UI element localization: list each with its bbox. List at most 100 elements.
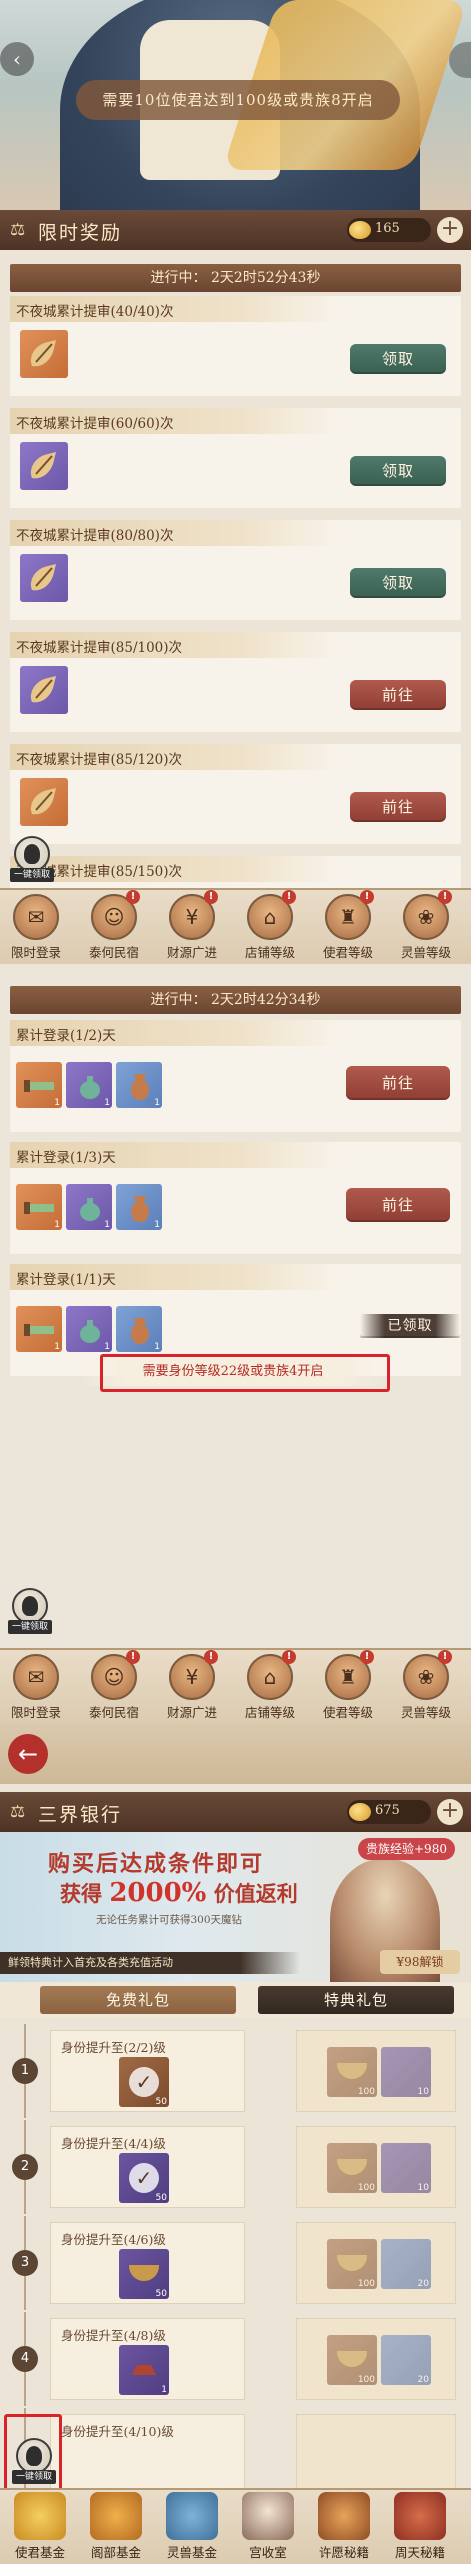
reward-item[interactable]: 1: [16, 1306, 62, 1352]
reward-item[interactable]: [20, 666, 68, 714]
tab-wish-book[interactable]: 许愿秘籍: [314, 2490, 374, 2560]
paid-reward: 100 10: [296, 2126, 456, 2208]
add-coin-button[interactable]: +: [437, 217, 463, 243]
level-row: 2 身份提升至(4/4)级 ✓ 50 100 10: [0, 2120, 471, 2214]
back-arrow-icon[interactable]: ‹: [0, 42, 34, 76]
reward-item[interactable]: [20, 778, 68, 826]
page-title: 三界银行: [38, 1804, 123, 1826]
side-tab-button[interactable]: [449, 42, 471, 78]
level-number: 3: [12, 2250, 38, 2276]
reward-item[interactable]: ✓ 50: [119, 2057, 169, 2107]
reward-item[interactable]: 1: [66, 1184, 112, 1230]
reward-item[interactable]: 100: [327, 2143, 377, 2193]
tab-shop-level[interactable]: ⌂ ! 店铺等级: [242, 1650, 298, 1720]
reward-item[interactable]: 1: [119, 2345, 169, 2395]
scroll-bundle-icon: [318, 2492, 370, 2540]
reward-item[interactable]: 1: [116, 1184, 162, 1230]
tab-palace-room[interactable]: 宫收室: [238, 2490, 298, 2560]
promo-line2: 获得 2000% 价值返利: [60, 1878, 298, 1908]
reward-item[interactable]: 1: [16, 1184, 62, 1230]
reward-item[interactable]: 50: [119, 2249, 169, 2299]
teapot-icon: [80, 1076, 100, 1099]
alert-badge: !: [126, 1650, 140, 1664]
tab-free-gift[interactable]: 免费礼包: [40, 1986, 236, 2014]
reward-item[interactable]: 1: [116, 1062, 162, 1108]
tab-wealth[interactable]: ¥ ! 财源广进: [164, 890, 220, 960]
task-row: 不夜城累计提审(60/60)次 领取: [10, 408, 461, 508]
tab-cabinet-fund[interactable]: 阁部基金: [86, 2490, 146, 2560]
book-icon: [394, 2492, 446, 2540]
tab-envoy-level[interactable]: ♜ ! 使君等级: [320, 890, 376, 960]
tab-beast-fund[interactable]: 灵兽基金: [162, 2490, 222, 2560]
free-reward: 身份提升至(4/4)级 ✓ 50: [50, 2126, 245, 2208]
task-label: 不夜城累计提审(40/40)次: [16, 304, 174, 320]
go-button[interactable]: 前往: [346, 1066, 450, 1100]
scale-icon: ⚖: [10, 1802, 26, 1822]
coin-counter: 165: [347, 218, 431, 242]
reward-item[interactable]: 10: [381, 2047, 431, 2097]
gold-ingot-icon: [14, 2492, 66, 2540]
reward-item[interactable]: 10: [381, 2143, 431, 2193]
tab-login[interactable]: ✉ 限时登录: [8, 890, 64, 960]
reward-item[interactable]: 100: [327, 2047, 377, 2097]
tab-wealth[interactable]: ¥ ! 财源广进: [164, 1650, 220, 1720]
task-label: 累计登录(1/3)天: [16, 1150, 116, 1166]
tab-inn[interactable]: ☺ ! 泰何民宿: [86, 1650, 142, 1720]
tab-envoy-fund[interactable]: 使君基金: [10, 2490, 70, 2560]
reward-item[interactable]: 1: [116, 1306, 162, 1352]
login-timer-bar: 进行中： 2天2时42分34秒: [10, 986, 461, 1014]
go-button[interactable]: 前往: [346, 1188, 450, 1222]
reward-item[interactable]: ✓ 50: [119, 2153, 169, 2203]
reward-item[interactable]: 1: [66, 1306, 112, 1352]
scroll-icon: ✉: [13, 1654, 59, 1700]
level-label: 身份提升至(4/4)级: [61, 2136, 166, 2151]
go-button[interactable]: 前往: [350, 792, 446, 822]
tab-paid-gift[interactable]: 特典礼包: [258, 1986, 454, 2014]
free-reward: 身份提升至(4/6)级 50: [50, 2222, 245, 2304]
one-key-claim-button[interactable]: 一键领取: [8, 1588, 52, 1634]
paid-reward: [296, 2414, 456, 2488]
activity-tabbar: ✉ 限时登录 ☺ ! 泰何民宿 ¥ ! 财源广进 ⌂ ! 店铺等级 ♜ ! 使君…: [0, 888, 471, 964]
tab-inn[interactable]: ☺ ! 泰何民宿: [86, 890, 142, 960]
reward-item[interactable]: [20, 442, 68, 490]
limited-header: ⚖ 限时奖励 165 +: [0, 210, 471, 250]
reward-item[interactable]: [20, 554, 68, 602]
go-button[interactable]: 前往: [350, 680, 446, 710]
bank-tabbar: 使君基金 阁部基金 灵兽基金 宫收室 许愿秘籍 周天秘籍: [0, 2488, 471, 2564]
add-coin-button[interactable]: +: [437, 1799, 463, 1825]
lute-icon: [30, 676, 56, 703]
level-row: 身份提升至(4/10)级: [0, 2408, 471, 2488]
avatar-icon: [12, 1588, 48, 1624]
claim-button[interactable]: 领取: [350, 344, 446, 374]
claim-button[interactable]: 领取: [350, 456, 446, 486]
tab-login[interactable]: ✉ 限时登录: [8, 1650, 64, 1720]
tab-shop-level[interactable]: ⌂ ! 店铺等级: [242, 890, 298, 960]
unlock-price-button[interactable]: ¥98解锁: [380, 1950, 460, 1974]
check-icon: ✓: [129, 2067, 159, 2097]
reward-item[interactable]: 20: [381, 2335, 431, 2385]
coin-amount: 165: [375, 221, 400, 236]
paid-reward: 100 20: [296, 2318, 456, 2400]
gift-tabs: 免费礼包 特典礼包: [0, 1982, 471, 2018]
task-row: 不夜城累计提审(80/80)次 领取: [10, 520, 461, 620]
claim-button[interactable]: 领取: [350, 568, 446, 598]
reward-item[interactable]: 1: [66, 1062, 112, 1108]
level-number: 1: [12, 2058, 38, 2084]
reward-item[interactable]: 100: [327, 2239, 377, 2289]
tab-week-book[interactable]: 周天秘籍: [390, 2490, 450, 2560]
reward-item[interactable]: [20, 330, 68, 378]
alert-badge: !: [360, 890, 374, 904]
scroll-icon: [24, 1080, 54, 1092]
reward-item[interactable]: 1: [16, 1062, 62, 1108]
reward-item[interactable]: 100: [327, 2335, 377, 2385]
timer-value: 2天2时52分43秒: [211, 270, 321, 286]
tab-envoy-level[interactable]: ♜ ! 使君等级: [320, 1650, 376, 1720]
vase-icon: [131, 1074, 149, 1100]
one-key-claim-button[interactable]: 一键领取: [10, 836, 54, 882]
tab-beast-level[interactable]: ❀ ! 灵兽等级: [398, 890, 454, 960]
reward-item[interactable]: 20: [381, 2239, 431, 2289]
back-arrow-icon[interactable]: ←: [8, 1734, 48, 1774]
tab-beast-level[interactable]: ❀ ! 灵兽等级: [398, 1650, 454, 1720]
task-row: 不夜城累计提审(85/120)次 前往: [10, 744, 461, 844]
promo-banner: 购买后达成条件即可 获得 2000% 价值返利 无论任务累计可获得300天魔钻 …: [0, 1832, 471, 1982]
